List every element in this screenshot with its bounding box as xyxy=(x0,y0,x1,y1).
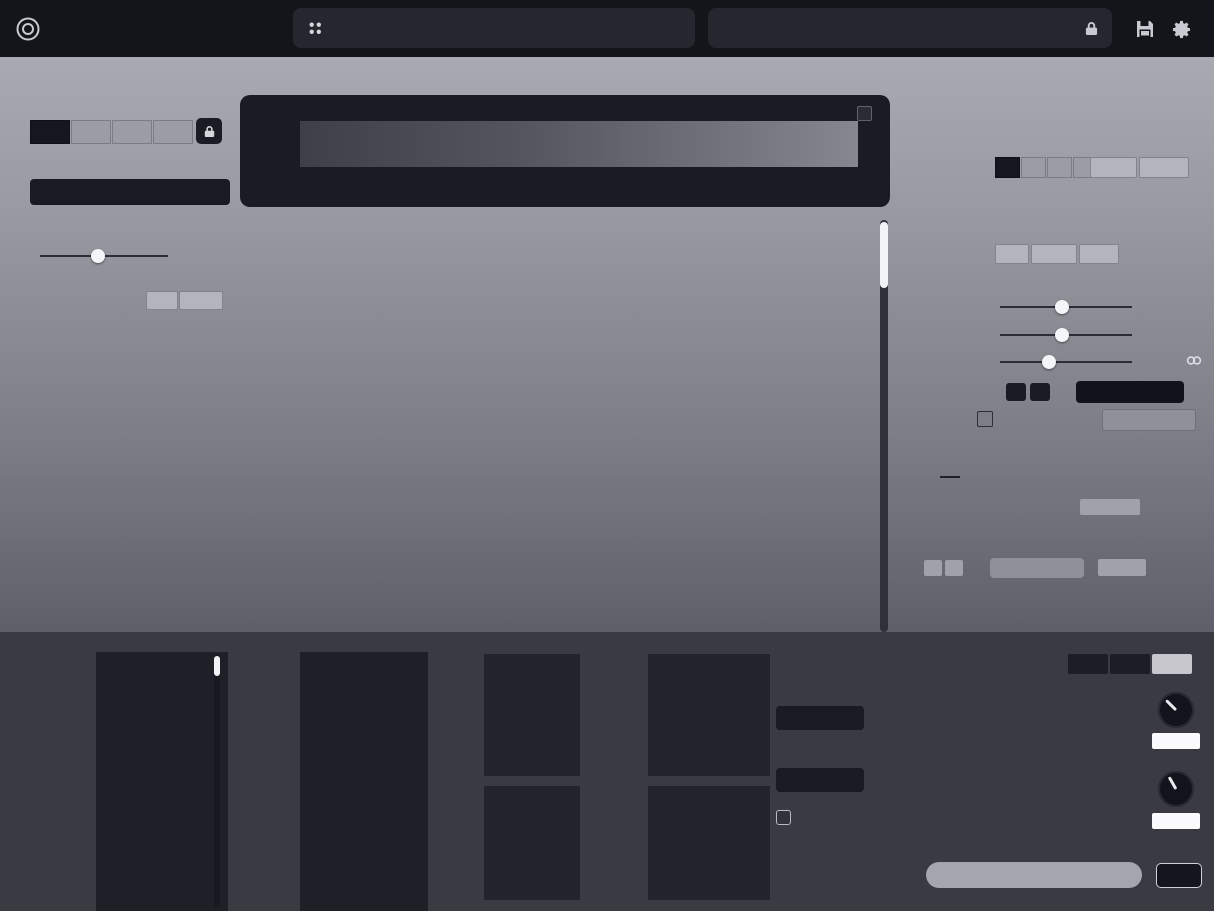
chord-list-scrollbar[interactable] xyxy=(880,220,888,632)
note-multiply-button[interactable] xyxy=(945,560,963,576)
note-delete-button[interactable] xyxy=(1080,499,1140,515)
input-box xyxy=(648,654,770,776)
logo-icon xyxy=(16,17,40,40)
select-all-button[interactable] xyxy=(1102,409,1196,431)
display-primes-checkbox[interactable] xyxy=(857,106,872,121)
harmonic-strip[interactable] xyxy=(300,121,858,167)
slider-thumb[interactable] xyxy=(1055,300,1070,314)
tuning-tab-b[interactable] xyxy=(71,120,111,144)
waveshape-selector xyxy=(926,862,1142,888)
tab-lfo[interactable] xyxy=(1110,654,1150,674)
gear-icon xyxy=(1172,20,1190,38)
freq-slider[interactable] xyxy=(1000,355,1132,369)
inspector-tab-c[interactable] xyxy=(1047,157,1072,178)
save-button[interactable] xyxy=(1132,16,1158,42)
primes-none-button[interactable] xyxy=(179,291,223,310)
tuning-tabs xyxy=(30,120,193,144)
scale-table xyxy=(300,652,428,911)
logo xyxy=(14,0,54,57)
stretch-slider[interactable] xyxy=(1000,300,1132,314)
transpose-multiply-button[interactable] xyxy=(1030,383,1050,401)
link-freq-icon[interactable] xyxy=(1186,354,1202,367)
method-dropdown[interactable] xyxy=(30,179,230,205)
slider-track xyxy=(1000,361,1132,363)
ratio-box xyxy=(484,654,580,776)
copy-button[interactable] xyxy=(1090,157,1137,178)
slider-thumb[interactable] xyxy=(90,249,105,263)
output-box xyxy=(648,786,770,900)
fraction-bar xyxy=(940,476,960,478)
tuning-tab-c[interactable] xyxy=(112,120,152,144)
rate-knob[interactable] xyxy=(1158,771,1194,807)
step-box xyxy=(484,786,580,900)
inspector-tuning-tabs xyxy=(995,157,1098,178)
tuning-table-scrollbar[interactable] xyxy=(214,654,220,907)
scale-new-button[interactable] xyxy=(1079,244,1119,264)
knob-pointer xyxy=(1167,776,1178,790)
scrollbar-thumb[interactable] xyxy=(880,222,888,288)
infinitone-app xyxy=(0,0,1214,911)
scale-all-button[interactable] xyxy=(995,244,1029,264)
note-swap-button[interactable] xyxy=(1098,559,1146,576)
format-dropdown[interactable] xyxy=(776,706,864,730)
tuning-tab-d[interactable] xyxy=(153,120,193,144)
rate-value[interactable] xyxy=(1152,813,1200,829)
starting-harmonic-slider[interactable] xyxy=(40,249,168,263)
scrollbar-thumb[interactable] xyxy=(214,656,220,676)
chord-list xyxy=(248,220,876,632)
bottom-panel xyxy=(0,632,1214,911)
slider-thumb[interactable] xyxy=(1041,355,1056,369)
primes-all-button[interactable] xyxy=(146,291,178,310)
from-ratio-dropdown[interactable] xyxy=(776,768,864,792)
paste-button[interactable] xyxy=(1139,157,1189,178)
tab-det[interactable] xyxy=(1068,654,1108,674)
invert-checkbox[interactable] xyxy=(977,411,993,427)
slider-thumb[interactable] xyxy=(1055,328,1070,342)
tuning-lock-button[interactable] xyxy=(196,118,222,144)
display-table-checkbox[interactable] xyxy=(776,810,791,825)
preset-browser-button[interactable] xyxy=(293,20,337,37)
save-icon xyxy=(1137,21,1153,37)
transpose-divide-button[interactable] xyxy=(1006,383,1026,401)
top-bar xyxy=(0,0,1214,57)
inspector-tab-a[interactable] xyxy=(995,157,1020,178)
tuning-table xyxy=(96,652,228,911)
patch-lock-button[interactable] xyxy=(1085,21,1112,36)
tuning-tab-a[interactable] xyxy=(30,120,70,144)
scale-none-button[interactable] xyxy=(1031,244,1077,264)
lock-icon xyxy=(204,125,214,137)
grid-icon xyxy=(309,22,321,34)
knob-pointer xyxy=(1165,699,1177,711)
main-area xyxy=(0,57,1214,632)
key-slider[interactable] xyxy=(1000,328,1132,342)
note-by-dropdown[interactable] xyxy=(990,558,1084,578)
settings-button[interactable] xyxy=(1168,16,1194,42)
transpose-by-dropdown[interactable] xyxy=(1076,381,1184,403)
tab-env[interactable] xyxy=(1152,654,1192,674)
note-divide-button[interactable] xyxy=(924,560,942,576)
inspector-tab-b[interactable] xyxy=(1021,157,1046,178)
amount-value[interactable] xyxy=(1152,733,1200,749)
tuning-visualizer xyxy=(240,95,890,207)
song-preset-selector xyxy=(293,8,695,48)
lock-icon xyxy=(1085,21,1098,35)
patch-preset-selector xyxy=(708,8,1112,48)
amount-knob[interactable] xyxy=(1158,692,1194,728)
note-ratio-fraction xyxy=(938,475,962,479)
time-button[interactable] xyxy=(1156,863,1202,888)
